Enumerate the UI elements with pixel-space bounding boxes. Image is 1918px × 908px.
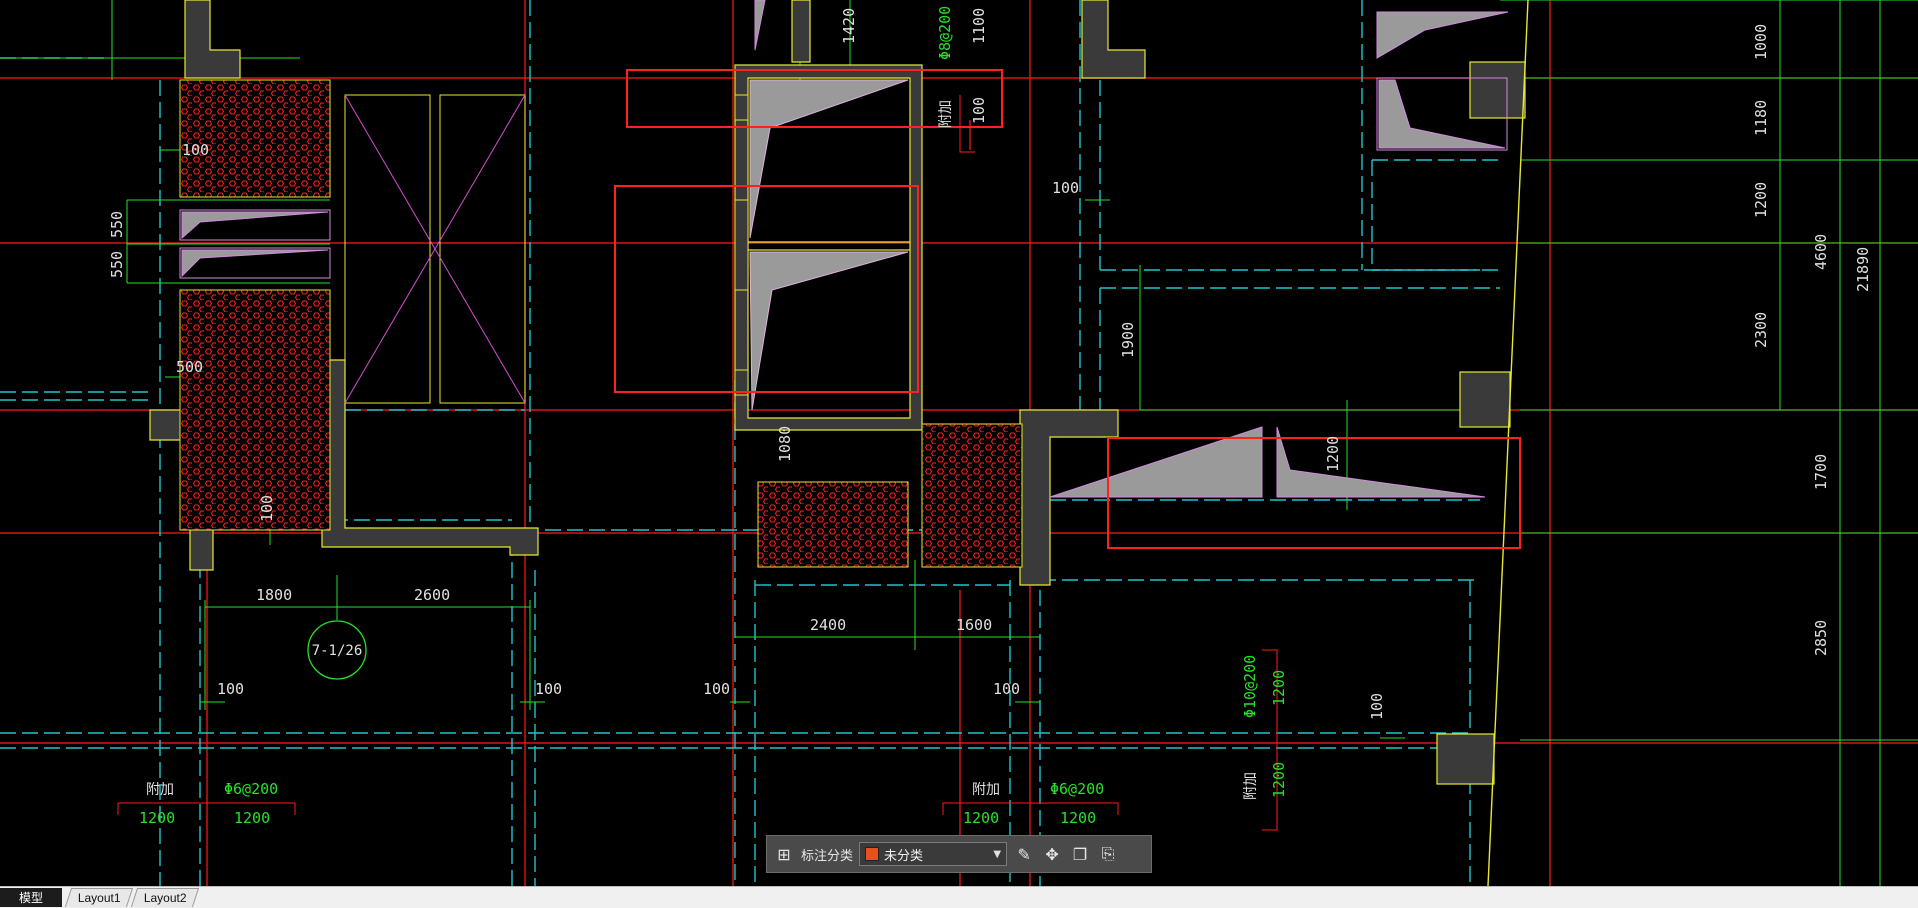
- tab-model[interactable]: 模型: [0, 888, 62, 907]
- dim-100-h: 100: [1052, 179, 1079, 197]
- tab-layout1[interactable]: Layout1: [64, 888, 134, 907]
- dim-r1180: 1180: [1752, 100, 1770, 136]
- dim-r2300: 2300: [1752, 312, 1770, 348]
- rebar-len-3b: 1200: [1270, 762, 1288, 798]
- tab-layout2-label: Layout2: [143, 891, 187, 905]
- dim-500: 500: [176, 358, 203, 376]
- paste-icon[interactable]: ⎘: [1097, 843, 1119, 865]
- dim-r1000: 1000: [1752, 24, 1770, 60]
- dim-100-c: 100: [217, 680, 244, 698]
- rebar-len-2a: 1200: [963, 809, 999, 827]
- grid-icon[interactable]: ⊞: [773, 843, 795, 865]
- grid-tag: 7-1/26: [307, 620, 367, 680]
- hatched-areas: [179, 79, 1023, 568]
- dim-r21890: 21890: [1854, 247, 1872, 292]
- rebar-label-top: Φ8@200: [936, 6, 954, 60]
- tab-layout1-label: Layout1: [77, 891, 121, 905]
- note-fujia-1: 附加: [146, 782, 174, 798]
- category-select[interactable]: 未分类 ▼: [859, 842, 1008, 866]
- chevron-down-icon: ▼: [993, 848, 1002, 860]
- category-label: 标注分类: [801, 848, 854, 864]
- category-color-swatch: [865, 847, 880, 861]
- note-fujia-3: 附加: [1243, 772, 1259, 800]
- dim-100-f: 100: [993, 680, 1020, 698]
- dim-1080: 1080: [776, 426, 794, 462]
- note-fujia-4: 附加: [938, 100, 954, 128]
- dim-2600: 2600: [414, 586, 450, 604]
- dim-2400: 2400: [810, 616, 846, 634]
- dim-r1200: 1200: [1752, 182, 1770, 218]
- rebar-len-1b: 1200: [234, 809, 270, 827]
- move-icon[interactable]: ✥: [1041, 843, 1063, 865]
- rebar-label-2: Φ6@200: [1050, 780, 1104, 798]
- dim-r1700: 1700: [1812, 454, 1830, 490]
- dim-100-i: 100: [1368, 693, 1386, 720]
- dim-100-b: 100: [258, 495, 276, 522]
- dim-1900: 1900: [1119, 322, 1137, 358]
- edit-icon[interactable]: ✎: [1013, 843, 1035, 865]
- rebar-len-3a: 1200: [1270, 670, 1288, 706]
- category-selected-value: 未分类: [884, 848, 924, 864]
- dim-1200: 1200: [1324, 436, 1342, 472]
- rebar-label-3: Φ10@200: [1241, 655, 1259, 718]
- dim-550-b: 550: [108, 251, 126, 278]
- elevator-shaft: [344, 94, 526, 404]
- dim-100-a: 100: [182, 141, 209, 159]
- dim-1100: 1100: [970, 8, 988, 44]
- note-fujia-2: 附加: [972, 782, 1000, 798]
- rebar-len-2b: 1200: [1060, 809, 1096, 827]
- dim-1600: 1600: [956, 616, 992, 634]
- dim-550-a: 550: [108, 211, 126, 238]
- dim-100-e: 100: [703, 680, 730, 698]
- dim-r2850: 2850: [1812, 620, 1830, 656]
- annotation-toolbar: ⊞ 标注分类 未分类 ▼ ✎ ✥ ❐ ⎘: [766, 835, 1152, 873]
- grid-tag-text: 7-1/26: [312, 643, 363, 659]
- elevator-core: [734, 64, 923, 431]
- dim-1420: 1420: [840, 8, 858, 44]
- dim-1800: 1800: [256, 586, 292, 604]
- layout-tab-strip: 模型 Layout1 Layout2: [0, 886, 1918, 908]
- dimension-texts: 100 550 550 500 100 1800 2600 100 100 10…: [108, 8, 1872, 720]
- tab-layout2[interactable]: Layout2: [130, 888, 200, 907]
- boundary-line: [1487, 0, 1529, 886]
- rebar-len-1a: 1200: [139, 809, 175, 827]
- copy-icon[interactable]: ❐: [1069, 843, 1091, 865]
- dim-100-d: 100: [535, 680, 562, 698]
- dim-r4600: 4600: [1812, 234, 1830, 270]
- tab-model-label: 模型: [18, 891, 43, 905]
- dim-100-g: 100: [970, 97, 988, 124]
- rebar-label-1: Φ6@200: [224, 780, 278, 798]
- cad-drawing-canvas[interactable]: 7-1/26 100 550 550 500 100 1800 2600 100…: [0, 0, 1918, 886]
